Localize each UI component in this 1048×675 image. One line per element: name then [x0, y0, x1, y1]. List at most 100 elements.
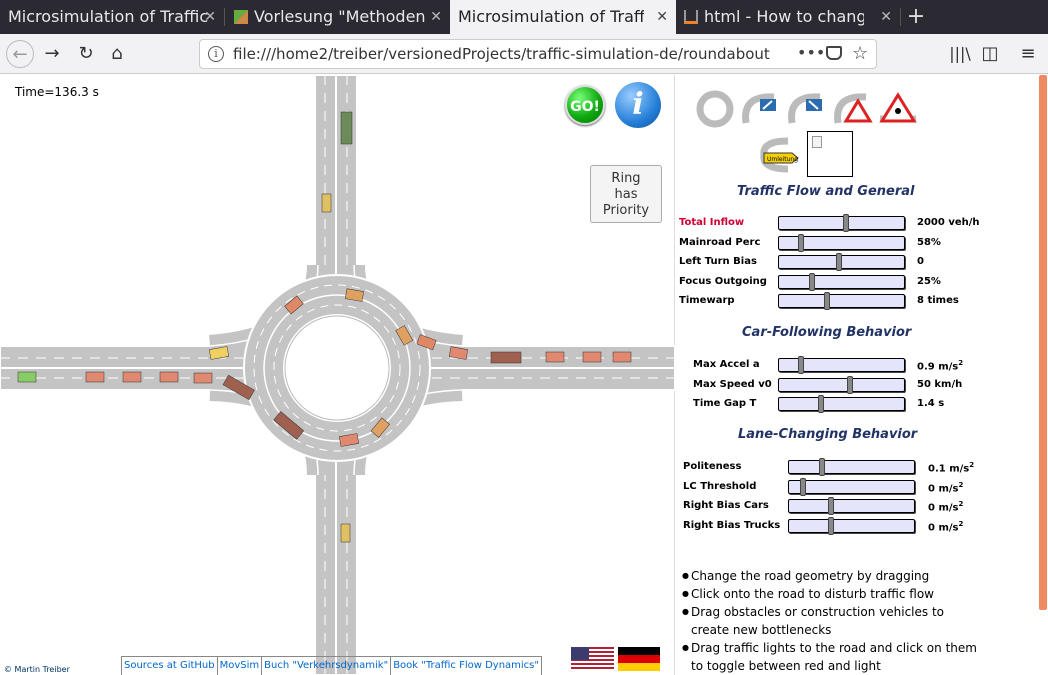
slider-thumb[interactable] — [836, 253, 842, 272]
slider-label: Right Bias Trucks — [683, 519, 781, 531]
tab-title: Vorlesung "Methoden — [254, 7, 426, 26]
slider-thumb[interactable] — [800, 477, 806, 496]
vehicle-car[interactable] — [582, 351, 602, 363]
bookmark-star-icon[interactable]: ☆ — [852, 40, 868, 68]
slider-track[interactable] — [778, 356, 905, 374]
slider-track[interactable] — [778, 253, 905, 272]
slider-track[interactable] — [778, 375, 905, 394]
link-github[interactable]: Sources at GitHub — [122, 656, 218, 675]
routing-scenario-icon[interactable]: Umleitung — [758, 135, 802, 175]
slider-label: Total Inflow — [679, 217, 745, 228]
onramp-scenario-icon[interactable] — [738, 89, 782, 129]
instruction-item: ● Drag obstacles or construction vehicles… — [682, 603, 981, 639]
english-flag-icon[interactable] — [571, 647, 614, 671]
slider-thumb[interactable] — [843, 214, 849, 232]
link-movsim[interactable]: MovSim — [217, 656, 263, 675]
forward-icon[interactable]: → — [38, 40, 66, 68]
slider-thumb[interactable] — [798, 356, 804, 374]
tab-microsimulation-active[interactable]: Microsimulation of Traffic ✕ — [450, 0, 676, 34]
slider-value: 0.1 m/s2 — [928, 461, 974, 474]
slider-thumb[interactable] — [798, 233, 804, 252]
german-flag-icon[interactable] — [618, 647, 660, 671]
slider-track[interactable] — [788, 458, 915, 476]
slider-value-text: 8 times — [917, 295, 959, 307]
lane-closing-scenario-icon[interactable] — [830, 89, 874, 129]
copyright: © Martin Treiber — [4, 665, 70, 674]
slider-thumb[interactable] — [819, 458, 825, 476]
slider-value-text: 0 m/s — [928, 502, 959, 514]
unit-exponent: 2 — [958, 480, 964, 489]
navigation-bar: ← → ↻ ⌂ i file:///home2/treiber/versione… — [0, 34, 1048, 74]
close-tab-icon[interactable]: ✕ — [204, 0, 216, 34]
page-actions-icon[interactable]: ••• — [797, 40, 825, 66]
slider-value-text: 0.1 m/s — [928, 463, 970, 475]
slider-track[interactable] — [778, 214, 905, 232]
sidebar-icon[interactable]: ◫ — [976, 40, 1004, 68]
slider-value: 8 times — [917, 295, 959, 306]
slider-thumb[interactable] — [809, 272, 815, 291]
tab-vorlesung[interactable]: Vorlesung "Methoden ✕ — [226, 0, 450, 34]
vehicle-car[interactable] — [193, 372, 213, 384]
broken-image-icon[interactable] — [807, 131, 853, 177]
new-tab-button[interactable]: + — [904, 0, 928, 34]
priority-line-1: Ring — [611, 171, 641, 186]
back-icon[interactable]: ← — [6, 40, 34, 68]
url-bar[interactable]: i file:///home2/treiber/versionedProject… — [199, 39, 877, 69]
pocket-icon[interactable] — [826, 46, 842, 60]
vehicle-car[interactable] — [85, 371, 105, 383]
slider-label: Focus Outgoing — [679, 275, 767, 287]
vehicle-car[interactable] — [17, 371, 37, 383]
vehicle-car[interactable] — [321, 193, 332, 213]
instruction-text: Drag traffic lights to the road and clic… — [691, 641, 977, 673]
library-icon[interactable]: |||\ — [946, 40, 974, 68]
bullet-icon: ● — [682, 589, 689, 598]
offramp-scenario-icon[interactable] — [784, 89, 828, 129]
slider-track[interactable] — [778, 395, 905, 413]
slider-value-text: 2000 veh/h — [917, 217, 980, 228]
instruction-text: Change the road geometry by dragging — [691, 569, 930, 583]
close-tab-icon[interactable]: ✕ — [430, 0, 442, 34]
vehicle-car[interactable] — [612, 351, 632, 363]
info-button[interactable]: i — [615, 82, 661, 128]
vehicle-car[interactable] — [159, 371, 179, 383]
vehicle-car[interactable] — [340, 523, 351, 543]
slider-track[interactable] — [788, 497, 915, 515]
menu-icon[interactable]: ≡ — [1014, 40, 1042, 68]
slider-label: Right Bias Cars — [683, 500, 769, 511]
priority-line-3: Priority — [602, 203, 650, 218]
slider-thumb[interactable] — [828, 497, 834, 515]
url-text[interactable]: file:///home2/treiber/versionedProjects/… — [233, 40, 793, 68]
link-book[interactable]: Book "Traffic Flow Dynamics" — [391, 656, 542, 675]
tab-stackoverflow[interactable]: html - How to change ✕ — [676, 0, 900, 34]
roundabout-road-network[interactable] — [0, 75, 675, 675]
instruction-item: ● Click onto the road to disturb traffic … — [682, 585, 981, 603]
slider-thumb[interactable] — [828, 516, 834, 535]
slider-track[interactable] — [778, 292, 905, 311]
slider-thumb[interactable] — [847, 375, 853, 394]
slider-track[interactable] — [788, 477, 915, 496]
ring-road-scenario-icon[interactable] — [693, 89, 737, 129]
scrollbar-thumb[interactable] — [1039, 75, 1047, 610]
ring-priority-button[interactable]: Ring has Priority — [590, 165, 662, 223]
link-buch[interactable]: Buch "Verkehrsdynamik" — [262, 656, 392, 675]
go-button[interactable]: GO! — [565, 85, 605, 125]
slider-thumb[interactable] — [818, 395, 824, 413]
slider-track[interactable] — [788, 516, 915, 535]
tab-microsimulation-1[interactable]: Microsimulation of Traffic ✕ — [0, 0, 224, 34]
slider-thumb[interactable] — [824, 292, 830, 311]
uphill-scenario-icon[interactable] — [876, 89, 920, 129]
vehicle-car[interactable] — [545, 351, 565, 363]
unit-exponent: 2 — [969, 461, 975, 469]
slider-track[interactable] — [778, 272, 905, 291]
vehicle-truck[interactable] — [340, 111, 353, 145]
simulation-canvas[interactable]: Time=136.3 s GO! i Ring has Priority © M… — [0, 75, 675, 675]
vehicle-car[interactable] — [122, 371, 142, 383]
slider-track[interactable] — [778, 233, 905, 252]
reload-icon[interactable]: ↻ — [72, 40, 100, 68]
home-icon[interactable]: ⌂ — [103, 40, 131, 68]
close-tab-icon[interactable]: ✕ — [880, 0, 892, 34]
site-info-icon[interactable]: i — [208, 46, 224, 62]
close-tab-icon[interactable]: ✕ — [656, 0, 668, 34]
vehicle-truck[interactable] — [490, 351, 522, 364]
slider-value: 0.9 m/s2 — [917, 359, 963, 372]
